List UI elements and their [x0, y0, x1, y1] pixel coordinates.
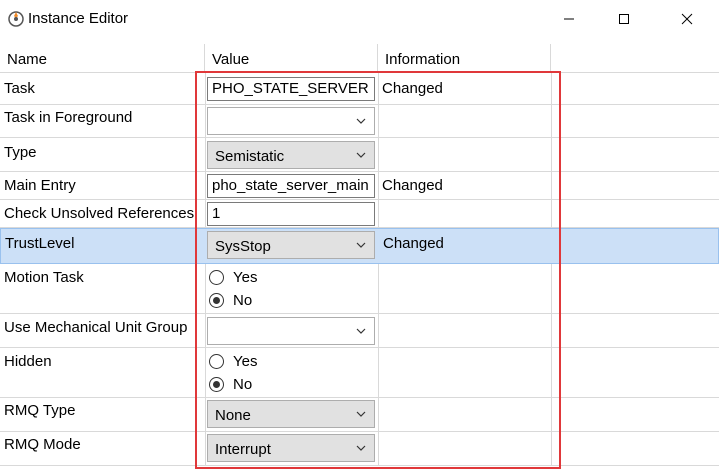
dropdown-value: Semistatic — [215, 148, 285, 165]
row-task-in-foreground[interactable]: Task in Foreground — [0, 105, 719, 138]
radio-label: Yes — [233, 269, 258, 286]
column-header-name[interactable]: Name — [0, 44, 205, 73]
row-use-mechanical-unit-group[interactable]: Use Mechanical Unit Group — [0, 314, 719, 348]
hidden-yes-radio[interactable]: Yes — [209, 353, 257, 370]
row-label: Hidden — [4, 353, 52, 370]
row-label: Type — [4, 144, 37, 161]
title-bar: Instance Editor — [0, 0, 719, 38]
column-header-name-label: Name — [7, 51, 48, 68]
row-check-unsolved-references[interactable]: Check Unsolved References 1 — [0, 200, 719, 228]
use-mechanical-unit-group-dropdown[interactable] — [207, 317, 375, 345]
close-icon — [681, 13, 693, 25]
row-label: Check Unsolved References — [4, 205, 195, 222]
dropdown-value: Interrupt — [215, 441, 271, 458]
row-motion-task[interactable]: Motion Task Yes No — [0, 264, 719, 314]
radio-label: No — [233, 292, 253, 309]
row-type[interactable]: Type Semistatic — [0, 138, 719, 172]
task-in-foreground-dropdown[interactable] — [207, 107, 375, 135]
app-icon — [8, 11, 24, 27]
row-rmq-type[interactable]: RMQ Type None — [0, 398, 719, 432]
row-label: TrustLevel — [5, 235, 75, 252]
property-grid: Name Value Information Task PHO_STATE_SE… — [0, 44, 719, 475]
chevron-down-icon — [356, 118, 366, 124]
row-label: Main Entry — [4, 177, 76, 194]
task-input[interactable]: PHO_STATE_SERVER — [207, 77, 375, 101]
dropdown-value: SysStop — [215, 238, 271, 255]
maximize-button[interactable] — [601, 0, 647, 38]
row-label: Use Mechanical Unit Group — [4, 319, 188, 336]
minimize-icon — [564, 18, 574, 20]
motion-task-no-radio[interactable]: No — [209, 292, 252, 309]
row-hidden[interactable]: Hidden Yes No — [0, 348, 719, 398]
chevron-down-icon — [356, 411, 366, 417]
row-label: Task — [4, 80, 35, 97]
radio-circle-selected — [209, 293, 224, 308]
trust-level-info: Changed — [383, 235, 444, 252]
chevron-down-icon — [356, 328, 366, 334]
maximize-icon — [619, 14, 629, 24]
column-header-information[interactable]: Information — [378, 44, 551, 73]
row-label: RMQ Mode — [4, 436, 81, 453]
close-button[interactable] — [664, 0, 710, 38]
row-label: Motion Task — [4, 269, 84, 286]
row-main-entry[interactable]: Main Entry pho_state_server_main Changed — [0, 172, 719, 200]
rmq-mode-dropdown[interactable]: Interrupt — [207, 434, 375, 462]
radio-circle-selected — [209, 377, 224, 392]
rmq-type-dropdown[interactable]: None — [207, 400, 375, 428]
radio-circle — [209, 354, 224, 369]
row-label: RMQ Type — [4, 402, 76, 419]
dropdown-value: None — [215, 407, 251, 424]
type-dropdown[interactable]: Semistatic — [207, 141, 375, 169]
radio-label: Yes — [233, 353, 258, 370]
radio-label: No — [233, 376, 253, 393]
row-label: Task in Foreground — [4, 109, 133, 126]
radio-circle — [209, 270, 224, 285]
column-header-information-label: Information — [385, 51, 461, 68]
window-title: Instance Editor — [28, 10, 129, 27]
column-header-value-label: Value — [212, 51, 250, 68]
row-task[interactable]: Task PHO_STATE_SERVER Changed — [0, 73, 719, 105]
hidden-no-radio[interactable]: No — [209, 376, 252, 393]
chevron-down-icon — [356, 152, 366, 158]
main-entry-info: Changed — [382, 177, 443, 194]
motion-task-yes-radio[interactable]: Yes — [209, 269, 257, 286]
main-entry-input[interactable]: pho_state_server_main — [207, 174, 375, 198]
minimize-button[interactable] — [546, 0, 592, 38]
task-info: Changed — [382, 80, 443, 97]
chevron-down-icon — [356, 242, 366, 248]
column-header-extra — [551, 44, 719, 73]
row-rmq-mode[interactable]: RMQ Mode Interrupt — [0, 432, 719, 466]
check-unsolved-input[interactable]: 1 — [207, 202, 375, 226]
row-trust-level[interactable]: TrustLevel SysStop Changed — [0, 228, 719, 264]
column-header-value[interactable]: Value — [205, 44, 378, 73]
trust-level-dropdown[interactable]: SysStop — [207, 231, 375, 259]
chevron-down-icon — [356, 445, 366, 451]
